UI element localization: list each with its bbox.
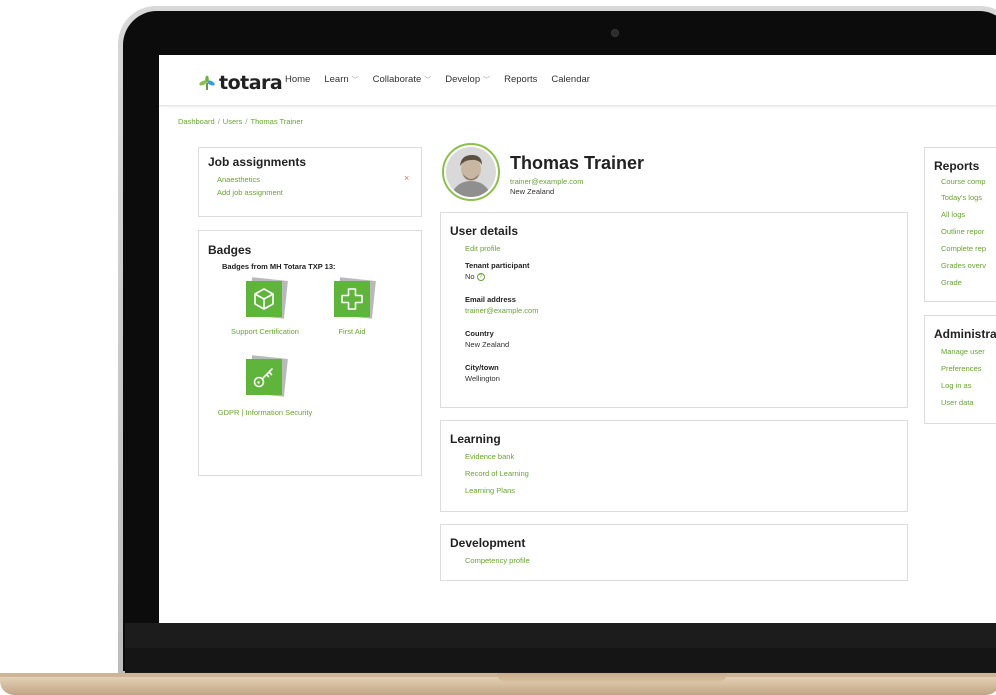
learning-panel: Learning Evidence bank Record of Learnin… xyxy=(440,420,908,512)
breadcrumb-current[interactable]: Thomas Trainer xyxy=(250,117,303,126)
reports-link[interactable]: Complete rep xyxy=(941,244,986,253)
badge-name[interactable]: GDPR | Information Security xyxy=(217,408,313,417)
nav-item-develop[interactable]: Develop ﹀ xyxy=(445,74,490,85)
admin-link[interactable]: Manage user xyxy=(941,347,985,356)
nav-item-learn[interactable]: Learn ﹀ xyxy=(324,74,358,85)
reports-panel: Reports Course comp Today's logs All log… xyxy=(924,147,996,302)
webcam-icon xyxy=(611,29,619,37)
job-assignments-title: Job assignments xyxy=(208,155,307,169)
nav-label: Develop xyxy=(445,74,481,85)
reports-link[interactable]: Outline repor xyxy=(941,227,984,236)
browser-screen: totara Home Learn ﹀ Collaborate ﹀ Develop ﹀… xyxy=(159,55,996,623)
development-title: Development xyxy=(450,536,526,550)
nav-item-reports[interactable]: Reports xyxy=(504,74,537,85)
laptop-chin-strip xyxy=(125,648,996,672)
reports-link[interactable]: Grade xyxy=(941,278,962,287)
nav-label: Collaborate xyxy=(372,74,422,85)
record-of-learning-link[interactable]: Record of Learning xyxy=(465,469,529,478)
nav-item-home[interactable]: Home xyxy=(285,74,310,85)
reports-title: Reports xyxy=(934,159,980,173)
profile-country: New Zealand xyxy=(510,187,555,196)
nav-label: Reports xyxy=(504,74,538,85)
badge-support-certification[interactable] xyxy=(246,277,288,319)
administration-panel: Administrat Manage user Preferences Log … xyxy=(924,315,996,424)
help-icon[interactable]: ? xyxy=(476,272,485,281)
reports-link[interactable]: Today's logs xyxy=(941,193,982,202)
nav-label: Home xyxy=(285,74,311,85)
reports-link[interactable]: All logs xyxy=(941,210,965,219)
job-assignment-link[interactable]: Anaesthetics xyxy=(217,175,260,184)
breadcrumb-dashboard[interactable]: Dashboard xyxy=(178,117,215,126)
main-menu: Home Learn ﹀ Collaborate ﹀ Develop ﹀ Report… xyxy=(285,74,604,85)
badges-panel: Badges Badges from MH Totara TXP 13: Sup… xyxy=(198,230,422,476)
field-label: City/town xyxy=(465,363,499,372)
field-value: No xyxy=(465,272,475,281)
breadcrumb-separator: / xyxy=(217,117,220,126)
user-details-panel: User details Edit profile Tenant partici… xyxy=(440,212,908,408)
nav-item-calendar[interactable]: Calendar xyxy=(551,74,590,85)
field-label: Tenant participant xyxy=(465,261,530,270)
totara-logo[interactable]: totara xyxy=(198,72,283,94)
badge-name[interactable]: First Aid xyxy=(317,327,387,336)
key-icon xyxy=(253,368,273,388)
badge-name[interactable]: Support Certification xyxy=(217,327,313,336)
remove-icon[interactable]: × xyxy=(404,173,409,183)
leaf-logo-icon xyxy=(199,75,215,90)
development-panel: Development Competency profile xyxy=(440,524,908,581)
nav-label: Learn xyxy=(324,74,349,85)
learning-plans-link[interactable]: Learning Plans xyxy=(465,486,515,495)
nav-item-collaborate[interactable]: Collaborate ﹀ xyxy=(373,74,432,85)
breadcrumb: Dashboard / Users / Thomas Trainer xyxy=(178,117,303,126)
tenant-participant-value: No ? xyxy=(465,272,485,281)
logo-text: totara xyxy=(219,72,283,94)
profile-name: Thomas Trainer xyxy=(510,153,645,173)
breadcrumb-separator: / xyxy=(245,117,248,126)
profile-email[interactable]: trainer@example.com xyxy=(510,177,583,186)
reports-link[interactable]: Course comp xyxy=(941,177,986,186)
avatar[interactable] xyxy=(442,143,500,201)
breadcrumb-users[interactable]: Users xyxy=(223,117,243,126)
field-label: Country xyxy=(465,329,494,338)
competency-profile-link[interactable]: Competency profile xyxy=(465,556,530,565)
field-label: Email address xyxy=(465,295,516,304)
laptop-notch xyxy=(497,673,727,682)
admin-link[interactable]: Preferences xyxy=(941,364,981,373)
learning-title: Learning xyxy=(450,432,501,446)
nav-label: Calendar xyxy=(551,74,590,85)
badges-subtitle: Badges from MH Totara TXP 13: xyxy=(222,262,336,271)
administration-title: Administrat xyxy=(934,327,996,341)
chevron-down-icon: ﹀ xyxy=(424,76,432,84)
badge-first-aid[interactable] xyxy=(334,277,376,319)
first-aid-cross-icon xyxy=(341,288,363,310)
chevron-down-icon: ﹀ xyxy=(483,76,491,84)
top-navbar: totara Home Learn ﹀ Collaborate ﹀ Develop ﹀… xyxy=(159,55,996,106)
badges-title: Badges xyxy=(208,243,252,257)
edit-profile-link[interactable]: Edit profile xyxy=(465,244,500,253)
add-job-assignment-link[interactable]: Add job assignment xyxy=(217,188,283,197)
field-value: New Zealand xyxy=(465,340,510,349)
admin-link[interactable]: Log in as xyxy=(941,381,971,390)
admin-link[interactable]: User data xyxy=(941,398,974,407)
field-value: Wellington xyxy=(465,374,500,383)
job-assignments-panel: Job assignments Anaesthetics × Add job a… xyxy=(198,147,422,217)
badge-gdpr[interactable] xyxy=(246,355,288,397)
avatar-photo xyxy=(446,147,496,197)
reports-link[interactable]: Grades overv xyxy=(941,261,986,270)
cube-icon xyxy=(254,288,274,310)
user-details-title: User details xyxy=(450,224,519,238)
chevron-down-icon: ﹀ xyxy=(351,76,359,84)
evidence-bank-link[interactable]: Evidence bank xyxy=(465,452,514,461)
email-address-value[interactable]: trainer@example.com xyxy=(465,306,538,315)
